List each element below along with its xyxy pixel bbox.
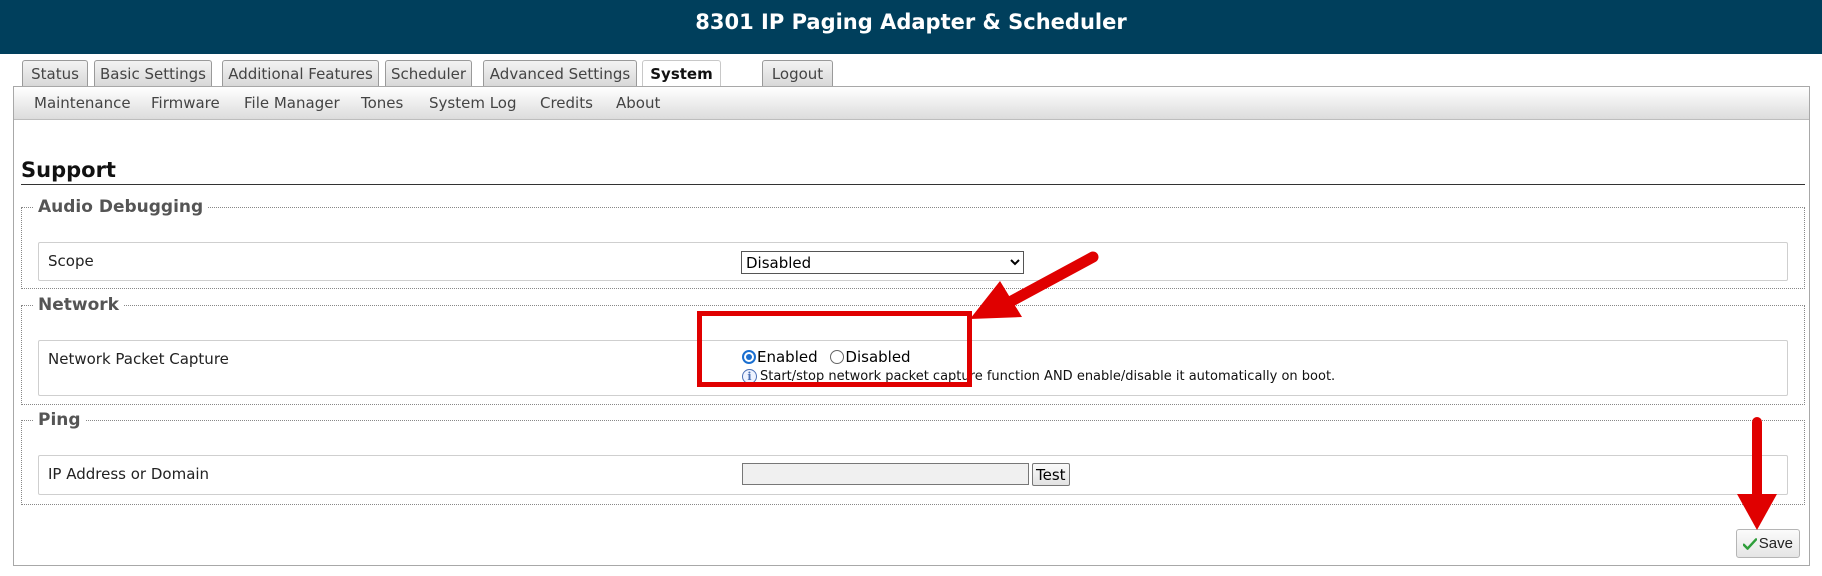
subnav-maintenance[interactable]: Maintenance — [34, 87, 131, 120]
scope-select[interactable]: Disabled — [741, 251, 1024, 274]
tab-basic-settings[interactable]: Basic Settings — [94, 60, 212, 86]
save-label: Save — [1758, 535, 1793, 552]
subnav-bar: Maintenance Firmware File Manager Tones … — [14, 87, 1809, 120]
radio-unselected-indicator[interactable] — [830, 350, 845, 364]
tab-additional-features[interactable]: Additional Features — [222, 60, 379, 86]
info-icon: i — [742, 369, 757, 384]
ping-row: IP Address or Domain Test — [38, 455, 1788, 495]
ping-section: Ping IP Address or Domain Test — [21, 410, 1805, 505]
subnav-firmware[interactable]: Firmware — [151, 87, 220, 120]
subnav-tones[interactable]: Tones — [361, 87, 403, 120]
packet-capture-enabled-radio[interactable]: Enabled — [742, 348, 818, 366]
check-icon — [1743, 537, 1757, 550]
packet-capture-help: i Start/stop network packet capture func… — [742, 369, 1335, 384]
subnav-credits[interactable]: Credits — [540, 87, 593, 120]
enabled-label: Enabled — [757, 348, 818, 366]
app-title: 8301 IP Paging Adapter & Scheduler — [0, 0, 1822, 54]
packet-capture-disabled-radio[interactable]: Disabled — [830, 348, 911, 366]
ip-address-label: IP Address or Domain — [48, 465, 210, 483]
tab-status[interactable]: Status — [22, 60, 88, 86]
test-button[interactable]: Test — [1032, 463, 1070, 486]
network-legend: Network — [38, 295, 119, 315]
network-section: Network Network Packet Capture Enabled D… — [21, 295, 1805, 405]
save-button[interactable]: Save — [1736, 529, 1800, 558]
packet-capture-label: Network Packet Capture — [48, 350, 229, 368]
ping-legend: Ping — [38, 410, 81, 430]
audio-debugging-section: Audio Debugging Scope Disabled — [21, 197, 1805, 289]
subnav-about[interactable]: About — [616, 87, 660, 120]
scope-label: Scope — [48, 252, 94, 270]
packet-capture-help-text: Start/stop network packet capture functi… — [760, 369, 1336, 384]
subnav-file-manager[interactable]: File Manager — [244, 87, 340, 120]
tab-scheduler[interactable]: Scheduler — [385, 60, 472, 86]
tab-logout[interactable]: Logout — [762, 60, 833, 86]
disabled-label: Disabled — [845, 348, 911, 366]
packet-capture-row: Network Packet Capture Enabled Disabled … — [38, 340, 1788, 396]
ip-address-input[interactable] — [742, 463, 1029, 485]
radio-selected-indicator[interactable] — [742, 350, 756, 364]
audio-debugging-legend: Audio Debugging — [38, 197, 204, 217]
page-title: Support — [21, 157, 1805, 185]
tab-system[interactable]: System — [642, 60, 721, 88]
tab-advanced-settings[interactable]: Advanced Settings — [483, 60, 637, 86]
packet-capture-radios: Enabled Disabled — [742, 348, 919, 368]
scope-row: Scope Disabled — [38, 242, 1788, 281]
subnav-system-log[interactable]: System Log — [429, 87, 517, 120]
